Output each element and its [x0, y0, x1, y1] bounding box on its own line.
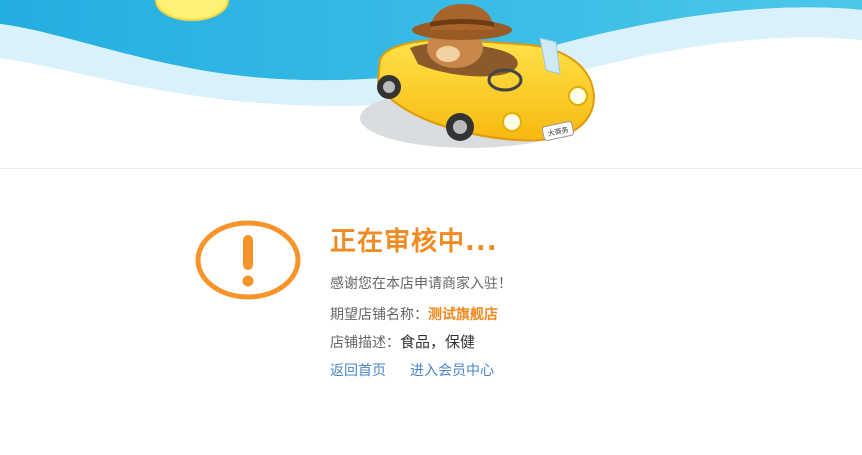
- page: 大商务 正在审核中... 感谢您在本店申请商家入驻！ 期望店铺名称：测试旗舰店 …: [0, 0, 862, 455]
- store-desc-value: 食品，保健: [400, 333, 476, 351]
- member-center-link[interactable]: 进入会员中心: [410, 363, 494, 379]
- store-desc-label: 店铺描述：: [330, 335, 400, 351]
- exclamation-circle-icon: [195, 220, 301, 300]
- back-home-link[interactable]: 返回首页: [330, 363, 386, 379]
- store-desc-row: 店铺描述：食品，保健: [330, 331, 475, 352]
- store-name-value: 测试旗舰店: [428, 307, 498, 323]
- header-banner: 大商务: [0, 0, 862, 169]
- thanks-message: 感谢您在本店申请商家入驻！: [330, 276, 512, 292]
- banner-illustration: 大商务: [0, 0, 862, 148]
- status-title: 正在审核中...: [330, 227, 498, 257]
- store-name-label: 期望店铺名称：: [330, 307, 428, 323]
- store-name-row: 期望店铺名称：测试旗舰店: [330, 304, 498, 324]
- action-links: 返回首页 进入会员中心: [330, 360, 494, 380]
